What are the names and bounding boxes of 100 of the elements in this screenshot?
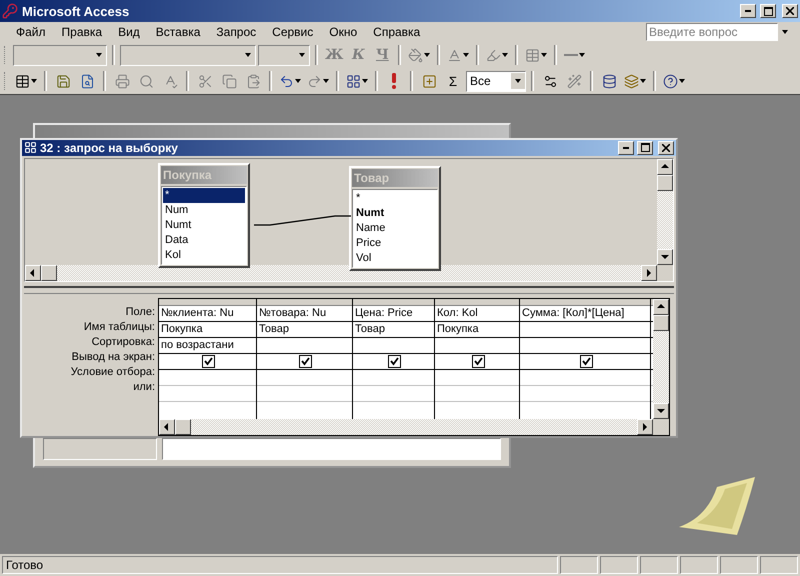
table-field-list[interactable]: Товар * Numt Name Price Vol — [349, 166, 441, 271]
field-item[interactable]: Numt — [354, 206, 436, 221]
line-icon — [564, 54, 578, 56]
vertical-scrollbar[interactable] — [657, 158, 673, 265]
caret-icon — [245, 53, 251, 57]
column-selector[interactable] — [353, 299, 434, 306]
grid-cell[interactable] — [520, 354, 650, 370]
field-item[interactable]: * — [354, 190, 436, 206]
grid-cell[interactable]: Товар — [353, 322, 434, 338]
pane-splitter[interactable] — [24, 286, 674, 294]
grid-cell[interactable]: Покупка — [159, 322, 256, 338]
row-label: Сортировка: — [90, 335, 156, 350]
checkbox[interactable] — [299, 355, 312, 368]
maximize-button[interactable] — [637, 140, 653, 155]
field-item[interactable]: Num — [163, 202, 245, 218]
status-pane — [560, 556, 598, 574]
grid-cell[interactable]: Покупка — [435, 322, 519, 338]
field-item[interactable]: Kol — [163, 248, 245, 263]
font-size-combo[interactable] — [258, 44, 310, 66]
horizontal-scrollbar[interactable] — [25, 264, 673, 281]
vertical-scrollbar[interactable] — [653, 299, 669, 419]
menu-item[interactable]: Окно — [321, 23, 366, 41]
help-search-field[interactable]: Введите вопрос — [646, 23, 778, 41]
menu-item[interactable]: Справка — [365, 23, 428, 41]
field-item[interactable]: Numt — [163, 218, 245, 233]
status-pane — [680, 556, 718, 574]
minimize-button[interactable] — [740, 4, 756, 18]
close-button[interactable] — [782, 4, 798, 18]
checkbox[interactable] — [580, 355, 592, 368]
grid-cell[interactable] — [159, 354, 256, 370]
grid-cell[interactable]: №товара: Nu — [257, 306, 352, 322]
grid-cell[interactable]: №клиента: Nu — [159, 306, 256, 322]
close-button[interactable] — [658, 140, 674, 155]
layers-icon — [624, 74, 639, 88]
grid-cell[interactable]: Сумма: [Кол]*[Цена] — [520, 306, 650, 322]
table-name: Покупка — [161, 166, 247, 184]
column-selector[interactable] — [159, 299, 256, 306]
grid-icon — [346, 74, 361, 88]
grid-cell[interactable]: Кол: Kol — [435, 306, 519, 322]
scroll-thumb[interactable] — [653, 315, 669, 331]
object-combo[interactable] — [13, 44, 107, 66]
caret-icon — [424, 53, 430, 57]
scroll-thumb[interactable] — [41, 264, 57, 281]
column-selector[interactable] — [257, 299, 352, 306]
undo-icon — [279, 74, 294, 88]
field-item[interactable]: Price — [354, 236, 436, 251]
row-label: Имя таблицы: — [82, 320, 156, 335]
grid-cell[interactable] — [435, 354, 519, 370]
caret-icon — [463, 53, 470, 57]
status-pane — [760, 556, 798, 574]
search-icon — [138, 74, 154, 88]
checkbox[interactable] — [472, 355, 484, 368]
grid-cell[interactable]: по возрастани — [159, 338, 256, 354]
field-item[interactable]: * — [163, 188, 245, 203]
grid-cell[interactable]: Товар — [257, 322, 352, 338]
scroll-thumb[interactable] — [657, 174, 673, 191]
field-item[interactable]: Name — [354, 220, 436, 236]
minimize-button[interactable] — [618, 140, 634, 155]
minimize-icon — [745, 10, 751, 12]
grid-cell[interactable] — [353, 354, 434, 370]
caret-icon — [299, 53, 305, 57]
properties-icon — [542, 74, 558, 88]
menu-item[interactable]: Файл — [8, 23, 54, 41]
status-pane — [600, 556, 638, 574]
exclamation-icon — [391, 73, 397, 89]
menu-item[interactable]: Запрос — [208, 23, 264, 41]
grid-cell[interactable]: Цена: Price — [353, 306, 434, 322]
status-text: Готово — [2, 556, 558, 574]
field-item[interactable]: Vol — [354, 250, 436, 266]
paste-icon — [246, 74, 260, 88]
menu-item[interactable]: Сервис — [264, 23, 322, 41]
database-icon — [602, 74, 616, 88]
caret-icon — [502, 53, 508, 57]
file-search-icon — [80, 74, 94, 88]
grid-cell[interactable] — [257, 354, 352, 370]
checkbox[interactable] — [202, 355, 215, 368]
table-name: Товар — [352, 168, 438, 187]
caret-icon — [96, 53, 102, 57]
top-values-combo[interactable]: Все — [466, 70, 526, 92]
scroll-thumb[interactable] — [175, 419, 191, 435]
row-label: Поле: — [124, 305, 156, 320]
horizontal-scrollbar[interactable] — [159, 419, 669, 435]
font-combo[interactable] — [120, 44, 256, 66]
maximize-button[interactable] — [760, 4, 776, 18]
checkbox[interactable] — [388, 355, 401, 368]
maximize-icon — [640, 143, 650, 152]
menu-item[interactable]: Вставка — [148, 23, 208, 41]
copy-icon — [222, 74, 236, 88]
menu-item[interactable]: Правка — [54, 23, 110, 41]
menu-item[interactable]: Вид — [110, 23, 148, 41]
minimize-icon — [623, 146, 629, 149]
window-title: 32 : запрос на выборку — [40, 140, 179, 155]
table-field-list[interactable]: Покупка * Num Numt Data Kol — [158, 162, 250, 268]
column-selector[interactable] — [435, 299, 519, 306]
caret-icon — [515, 79, 521, 83]
row-label: или: — [132, 380, 156, 395]
totals-button[interactable]: Σ — [442, 70, 464, 92]
table-icon — [15, 74, 30, 88]
field-item[interactable]: Data — [163, 232, 245, 248]
caret-icon — [541, 53, 548, 57]
